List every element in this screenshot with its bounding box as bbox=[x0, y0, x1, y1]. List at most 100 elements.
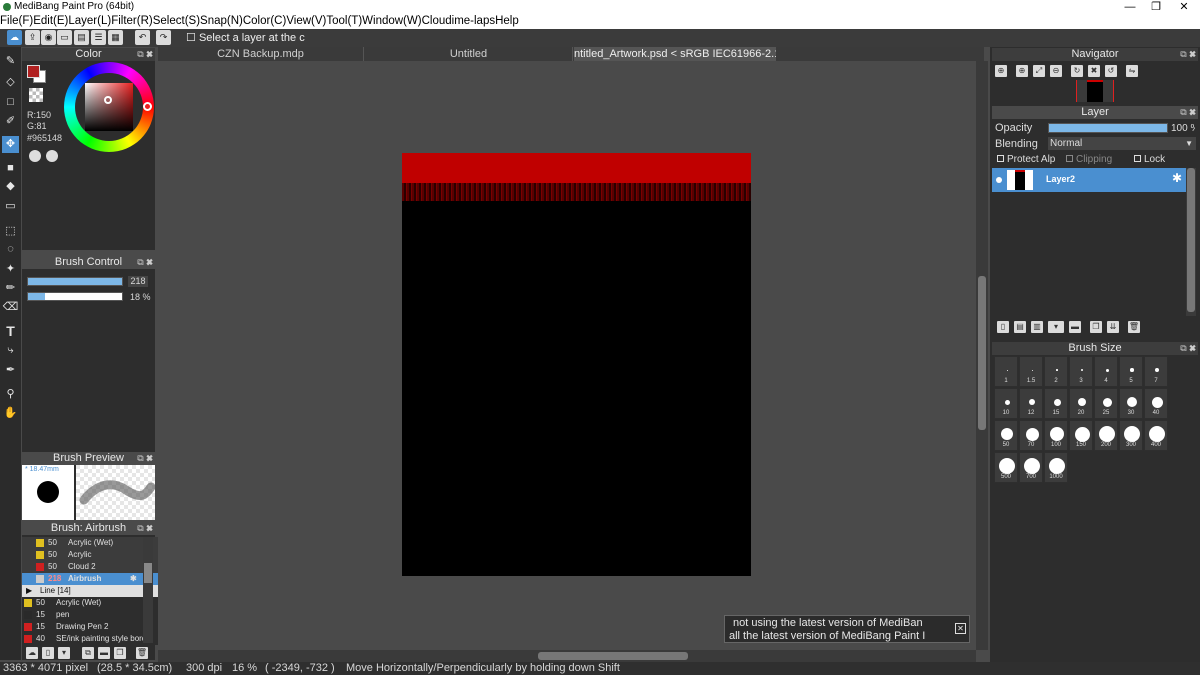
brush-size-value[interactable]: 218 bbox=[128, 276, 148, 287]
layer-visibility-icon[interactable] bbox=[996, 177, 1002, 183]
brush-size-cell[interactable]: 700 bbox=[1019, 452, 1043, 483]
menu-window[interactable]: Window(W) bbox=[362, 14, 421, 29]
duplicate-layer-icon[interactable]: ❐ bbox=[1090, 321, 1102, 333]
clipping-checkbox[interactable]: Clipping bbox=[1066, 154, 1112, 165]
color-picker-cursor[interactable] bbox=[104, 96, 112, 104]
panel-dock-close-icon[interactable]: ⧉ ✖ bbox=[1180, 342, 1196, 355]
color-mode-icon[interactable] bbox=[29, 150, 41, 162]
layer-settings-gear-icon[interactable]: ✱ bbox=[1172, 171, 1182, 185]
hue-ring[interactable] bbox=[64, 62, 154, 152]
brush-size-cell[interactable]: 25 bbox=[1094, 388, 1118, 419]
gradient-tool-icon[interactable]: ▭ bbox=[2, 198, 19, 215]
menu-file[interactable]: File(F) bbox=[0, 14, 33, 29]
list-item[interactable]: 40 SE/ink painting style bord bbox=[22, 633, 163, 645]
layer-row-layer2[interactable]: Layer2 ✱ bbox=[992, 168, 1186, 192]
lock-checkbox[interactable]: Lock bbox=[1134, 154, 1165, 165]
zoom-out-icon[interactable]: ⊖ bbox=[1050, 65, 1062, 77]
brush-size-cell[interactable]: 2 bbox=[1044, 356, 1068, 387]
brush-size-cell[interactable]: 40 bbox=[1144, 388, 1168, 419]
new-halftone-layer-icon[interactable]: ▤ bbox=[1014, 321, 1026, 333]
menu-filter[interactable]: Filter(R) bbox=[111, 14, 153, 29]
flip-icon[interactable]: ⇋ bbox=[1126, 65, 1138, 77]
document-icon[interactable]: ▤ bbox=[74, 30, 89, 45]
brush-size-cell[interactable]: 1000 bbox=[1044, 452, 1068, 483]
brush-size-cell[interactable]: 1.5 bbox=[1019, 356, 1043, 387]
menu-view[interactable]: View(V) bbox=[286, 14, 326, 29]
hue-cursor[interactable] bbox=[143, 102, 152, 111]
brush-copy-icon[interactable]: ❐ bbox=[114, 647, 126, 659]
brush-size-cell[interactable]: 30 bbox=[1119, 388, 1143, 419]
brush-size-cell[interactable]: 70 bbox=[1019, 420, 1043, 451]
brush-size-cell[interactable]: 400 bbox=[1144, 420, 1168, 451]
bucket-tool-icon[interactable]: ◆ bbox=[2, 178, 19, 195]
menu-help[interactable]: Help bbox=[495, 14, 519, 29]
export-icon[interactable]: ⇪ bbox=[25, 30, 40, 45]
brush-tool-icon[interactable]: ✎ bbox=[2, 53, 19, 70]
panel-dock-close-icon[interactable]: ⧉ ✖ bbox=[1180, 48, 1196, 61]
minimize-button[interactable]: — bbox=[1116, 0, 1144, 14]
grid-icon[interactable]: ▦ bbox=[108, 30, 123, 45]
brush-size-cell[interactable]: 300 bbox=[1119, 420, 1143, 451]
list-item[interactable]: 15 pen bbox=[22, 609, 163, 621]
navigator-viewport[interactable] bbox=[1076, 80, 1114, 102]
rotate-ccw-icon[interactable]: ↺ bbox=[1105, 65, 1117, 77]
delete-layer-icon[interactable]: 🗑 bbox=[1128, 321, 1140, 333]
cloud-brush-icon[interactable]: ☁ bbox=[26, 647, 38, 659]
menu-color[interactable]: Color(C) bbox=[243, 14, 286, 29]
add-layer-menu-icon[interactable]: ▾ bbox=[1048, 321, 1064, 333]
panel-dock-close-icon[interactable]: ⧉ ✖ bbox=[137, 452, 153, 465]
brush-size-cell[interactable]: 20 bbox=[1069, 388, 1093, 419]
brush-size-cell[interactable]: 10 bbox=[994, 388, 1018, 419]
brush-size-cell[interactable]: 200 bbox=[1094, 420, 1118, 451]
navigator-preview[interactable] bbox=[1076, 80, 1114, 102]
chat-icon[interactable]: ◉ bbox=[41, 30, 56, 45]
color-palette-icon[interactable] bbox=[46, 150, 58, 162]
brush-size-cell[interactable]: 1 bbox=[994, 356, 1018, 387]
cloud-icon[interactable]: ☁ bbox=[7, 30, 22, 45]
brush-size-cell[interactable]: 150 bbox=[1069, 420, 1093, 451]
select-rect-tool-icon[interactable]: ⬚ bbox=[2, 223, 19, 240]
layer-folder-icon[interactable]: ▬ bbox=[1069, 321, 1081, 333]
brush-size-cell[interactable]: 500 bbox=[994, 452, 1018, 483]
new-layer-icon[interactable]: ▯ bbox=[997, 321, 1009, 333]
delete-brush-icon[interactable]: 🗑 bbox=[136, 647, 148, 659]
list-item-selected[interactable]: 218 Airbrush ✱ bbox=[22, 573, 163, 585]
pen-tool-icon[interactable]: ✒ bbox=[2, 362, 19, 379]
magic-wand-tool-icon[interactable]: ✦ bbox=[2, 261, 19, 278]
tab-untitled[interactable]: Untitled bbox=[365, 47, 573, 61]
fill-rect-tool-icon[interactable]: ■ bbox=[2, 160, 19, 177]
brush-add-menu-icon[interactable]: ▾ bbox=[58, 647, 70, 659]
brush-group-line[interactable]: ▶ Line [14] bbox=[22, 585, 163, 597]
dot-brush-tool-icon[interactable]: ✐ bbox=[2, 113, 19, 130]
canvas-horizontal-scrollbar[interactable] bbox=[158, 650, 976, 662]
list-item[interactable]: 50 Acrylic (Wet) bbox=[22, 597, 163, 609]
notification-close-icon[interactable]: ✕ bbox=[955, 623, 966, 634]
eraser-tool-icon[interactable]: ◇ bbox=[2, 74, 19, 91]
brush-list-scrollbar[interactable] bbox=[143, 537, 153, 643]
menu-tool[interactable]: Tool(T) bbox=[326, 14, 362, 29]
transparent-color-swatch[interactable] bbox=[29, 88, 43, 102]
panel-dock-close-icon[interactable]: ⧉ ✖ bbox=[137, 522, 153, 535]
protect-alpha-checkbox[interactable]: Protect Alp bbox=[997, 154, 1055, 165]
brush-size-cell[interactable]: 50 bbox=[994, 420, 1018, 451]
undo-icon[interactable]: ↶ bbox=[135, 30, 150, 45]
text-tool-icon[interactable]: T bbox=[2, 323, 19, 340]
saturation-value-square[interactable] bbox=[85, 83, 133, 131]
rotate-icon[interactable]: ↻ bbox=[1071, 65, 1083, 77]
redo-icon[interactable]: ↷ bbox=[156, 30, 171, 45]
new-8bit-layer-icon[interactable]: ▥ bbox=[1031, 321, 1043, 333]
maximize-button[interactable]: ❐ bbox=[1142, 0, 1170, 14]
move-tool-icon[interactable]: ✥ bbox=[2, 136, 19, 153]
merge-layer-icon[interactable]: ⇊ bbox=[1107, 321, 1119, 333]
brush-size-cell[interactable]: 15 bbox=[1044, 388, 1068, 419]
group-collapse-icon[interactable]: ▶ bbox=[26, 585, 32, 597]
reset-rotation-icon[interactable]: ✖ bbox=[1088, 65, 1100, 77]
eyedropper-tool-icon[interactable]: ⚲ bbox=[2, 386, 19, 403]
toolbar-hint[interactable]: ☐ Select a layer at the c bbox=[186, 29, 305, 47]
menu-layer[interactable]: Layer(L) bbox=[68, 14, 111, 29]
new-brush-icon[interactable]: ▯ bbox=[42, 647, 54, 659]
panel-dock-close-icon[interactable]: ⧉ ✖ bbox=[137, 48, 153, 61]
list-item[interactable]: 50 Acrylic (Wet) bbox=[22, 537, 163, 549]
layer-opacity-slider[interactable] bbox=[1048, 123, 1168, 133]
brush-settings-gear-icon[interactable]: ✱ bbox=[130, 573, 137, 585]
